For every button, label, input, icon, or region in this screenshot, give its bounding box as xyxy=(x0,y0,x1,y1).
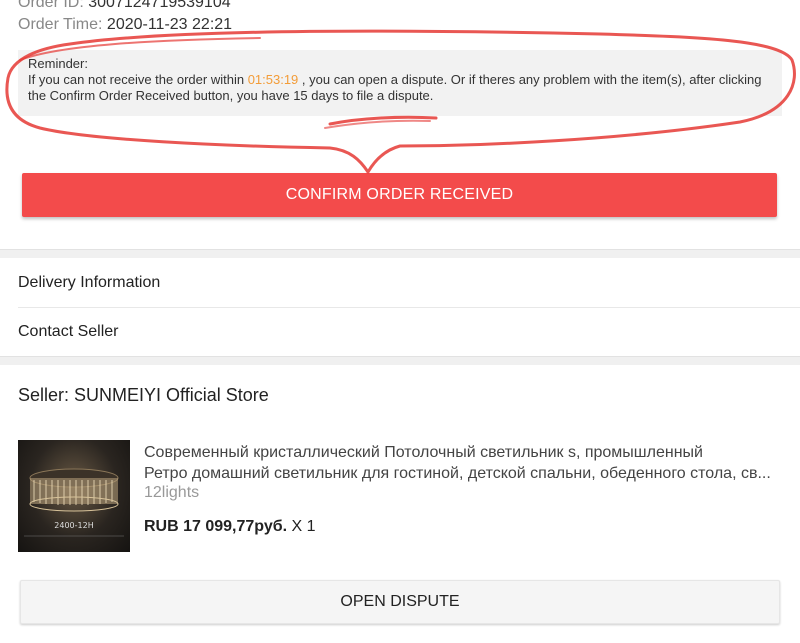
contact-seller-item[interactable]: Contact Seller xyxy=(0,308,800,356)
order-time-value: 2020-11-23 22:21 xyxy=(106,16,233,33)
order-time-row: Order Time: 2020-11-23 22:21 xyxy=(18,14,232,36)
price-row: RUB 17 099,77руб. X 1 xyxy=(144,518,316,536)
reminder-heading: Reminder: xyxy=(28,56,88,71)
order-id-row: Order ID: 3007124719539104 xyxy=(18,0,232,14)
reminder-text-before: If you can not receive the order within xyxy=(28,72,248,87)
section-divider xyxy=(0,356,800,365)
seller-name[interactable]: Seller: SUNMEIYI Official Store xyxy=(18,385,269,406)
delivery-information-item[interactable]: Delivery Information xyxy=(0,259,800,307)
order-time-label: Order Time: xyxy=(18,16,103,33)
section-divider xyxy=(0,249,800,258)
reminder-box: Reminder: If you can not receive the ord… xyxy=(18,50,782,116)
contact-seller-label: Contact Seller xyxy=(18,323,119,340)
product-thumbnail[interactable]: 2400-12H xyxy=(18,440,130,552)
confirm-order-received-button[interactable]: CONFIRM ORDER RECEIVED xyxy=(22,173,777,217)
delivery-information-label: Delivery Information xyxy=(18,274,161,291)
order-id-label: Order ID: xyxy=(18,0,84,11)
product-variant: 12lights xyxy=(144,484,200,501)
product-title[interactable]: Современный кристаллический Потолочный с… xyxy=(144,442,784,484)
order-info: Order ID: 3007124719539104 Order Time: 2… xyxy=(18,0,232,36)
product-title-line2: Ретро домашний светильник для гостиной, … xyxy=(144,465,771,482)
open-dispute-button[interactable]: OPEN DISPUTE xyxy=(20,580,780,624)
product-price: RUB 17 099,77руб. xyxy=(144,518,288,535)
thumbnail-model-label: 2400-12H xyxy=(54,521,93,530)
product-title-line1: Современный кристаллический Потолочный с… xyxy=(144,444,703,461)
chandelier-image: 2400-12H xyxy=(24,468,124,537)
product-quantity: X 1 xyxy=(291,518,316,535)
reminder-text: If you can not receive the order within … xyxy=(28,72,772,104)
dispute-timer: 01:53:19 xyxy=(247,72,299,87)
order-id-value: 3007124719539104 xyxy=(88,0,231,11)
